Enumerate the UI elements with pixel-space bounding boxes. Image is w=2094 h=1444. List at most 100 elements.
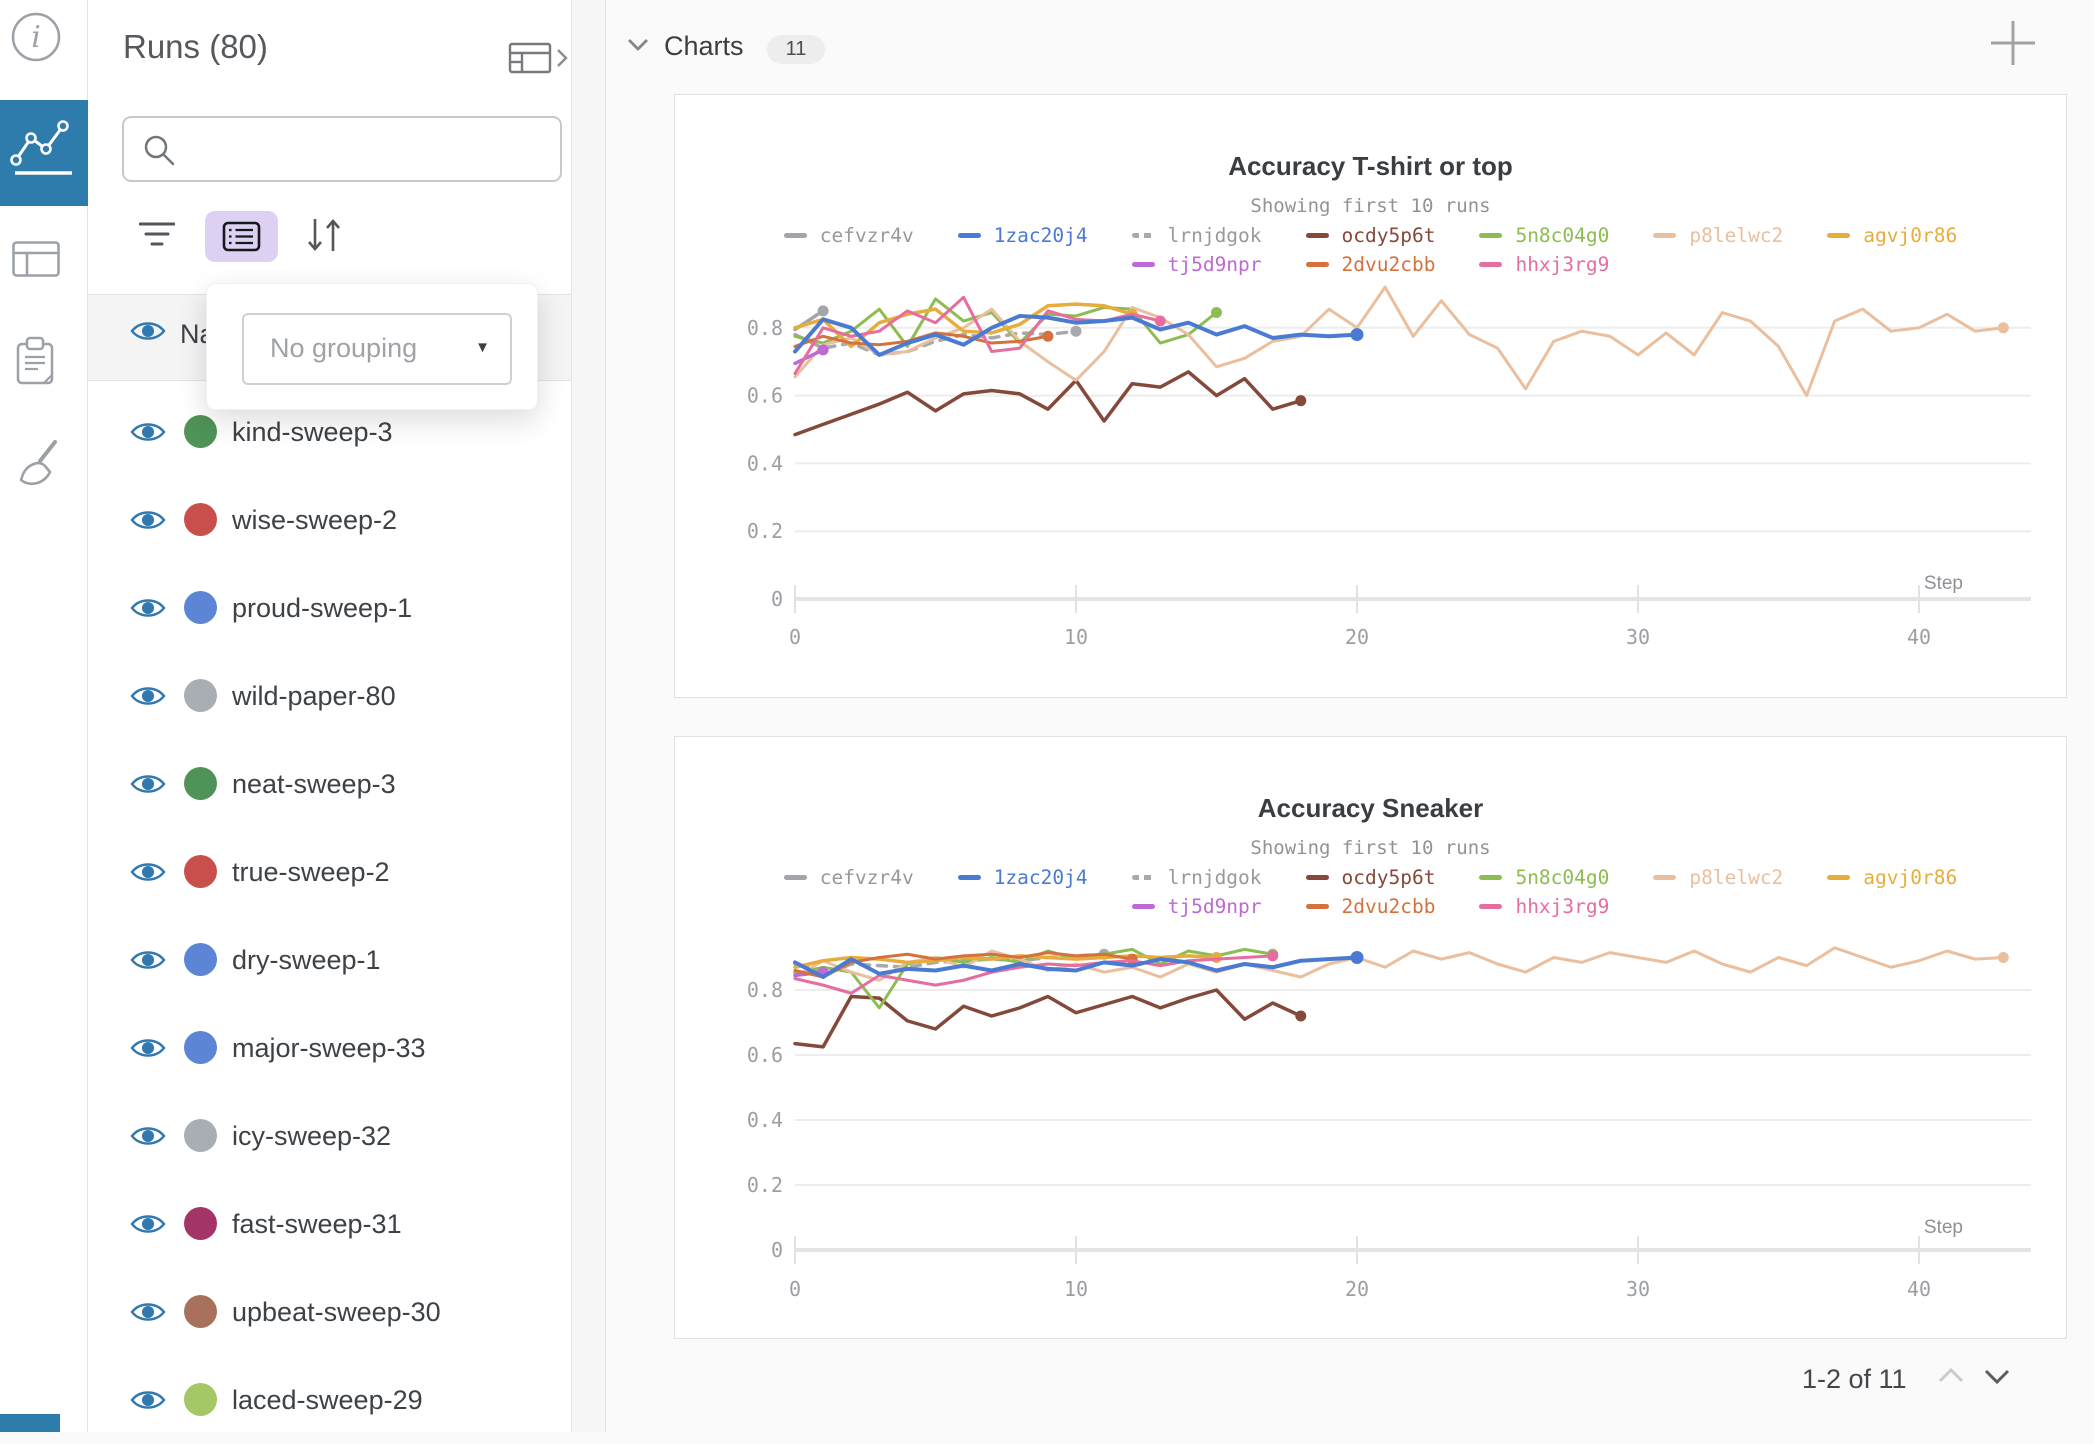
panel-scroll-gutter[interactable] (571, 0, 606, 1432)
series-end-dot (1998, 952, 2009, 963)
charts-section-title[interactable]: Charts (664, 31, 744, 62)
legend-item[interactable]: hhxj3rg9 (1479, 253, 1609, 276)
series-end-dot (818, 967, 829, 978)
visibility-eye-icon[interactable] (130, 858, 166, 891)
legend-item[interactable]: ocdy5p6t (1306, 224, 1436, 247)
series-end-dot (1042, 331, 1053, 342)
series-end-dot (1127, 954, 1138, 965)
visibility-eye-icon[interactable] (130, 1386, 166, 1419)
legend-label: tj5d9npr (1168, 895, 1262, 918)
run-row[interactable]: laced-sweep-29 (88, 1356, 571, 1444)
legend-item[interactable]: cefvzr4v (784, 224, 914, 247)
series-end-dot (1351, 951, 1364, 964)
expand-table-button[interactable] (508, 42, 570, 76)
run-row[interactable]: wild-paper-80 (88, 652, 571, 740)
nav-charts-active-tile[interactable] (0, 100, 88, 206)
page-up-chevron-icon[interactable] (1936, 1366, 1968, 1386)
run-row[interactable]: wise-sweep-2 (88, 476, 571, 564)
run-row[interactable]: upbeat-sweep-30 (88, 1268, 571, 1356)
run-name[interactable]: dry-sweep-1 (232, 945, 381, 976)
legend-item[interactable]: 1zac20j4 (958, 224, 1088, 247)
run-row[interactable]: dry-sweep-1 (88, 916, 571, 1004)
legend-item[interactable]: lrnjdgok (1132, 224, 1262, 247)
series-end-dot (1295, 1011, 1306, 1022)
visibility-eye-icon[interactable] (130, 682, 166, 715)
sort-icon[interactable] (305, 216, 345, 254)
nav-bottom-active-strip[interactable] (0, 1414, 60, 1432)
chart-panel-accuracy-sneaker[interactable]: Accuracy Sneaker Showing first 10 runs c… (674, 736, 2067, 1339)
legend-item[interactable]: ocdy5p6t (1306, 866, 1436, 889)
legend-item[interactable]: tj5d9npr (1132, 895, 1262, 918)
run-color-dot (184, 1383, 217, 1416)
legend-item[interactable]: 2dvu2cbb (1306, 253, 1436, 276)
visibility-eye-icon[interactable] (130, 1034, 166, 1067)
legend-item[interactable]: tj5d9npr (1132, 253, 1262, 276)
svg-text:10: 10 (1064, 625, 1088, 649)
visibility-eye-icon[interactable] (130, 1298, 166, 1331)
series-end-dot (1127, 309, 1138, 320)
legend-swatch-icon (1132, 904, 1155, 909)
run-name[interactable]: proud-sweep-1 (232, 593, 412, 624)
run-name[interactable]: wise-sweep-2 (232, 505, 397, 536)
visibility-eye-icon[interactable] (130, 317, 166, 350)
legend-swatch-icon (1827, 875, 1850, 880)
filter-icon[interactable] (139, 221, 175, 247)
legend-item[interactable]: cefvzr4v (784, 866, 914, 889)
series-line-1zac20j4 (795, 316, 1357, 355)
run-name[interactable]: upbeat-sweep-30 (232, 1297, 441, 1328)
legend-swatch-icon (1132, 262, 1155, 267)
svg-text:40: 40 (1907, 1277, 1931, 1301)
legend-item[interactable]: agvj0r86 (1827, 866, 1957, 889)
legend-item[interactable]: 2dvu2cbb (1306, 895, 1436, 918)
legend-item[interactable]: 1zac20j4 (958, 866, 1088, 889)
chart-panel-accuracy-tshirt[interactable]: Accuracy T-shirt or top Showing first 10… (674, 94, 2067, 698)
broom-icon[interactable] (13, 436, 63, 494)
legend-item[interactable]: p8lelwc2 (1653, 224, 1783, 247)
chevron-down-icon[interactable] (627, 36, 651, 54)
search-icon (142, 133, 178, 169)
page-down-chevron-icon[interactable] (1982, 1366, 2014, 1386)
legend-item[interactable]: lrnjdgok (1132, 866, 1262, 889)
visibility-eye-icon[interactable] (130, 1210, 166, 1243)
run-row[interactable]: fast-sweep-31 (88, 1180, 571, 1268)
info-icon[interactable]: i (0, 0, 72, 74)
run-row[interactable]: neat-sweep-3 (88, 740, 571, 828)
visibility-eye-icon[interactable] (130, 594, 166, 627)
chart-legend: cefvzr4v 1zac20j4 lrnjdgok ocdy5p6t 5n8c04g0… (675, 224, 2066, 282)
add-panel-plus-icon[interactable] (1986, 16, 2040, 70)
legend-item[interactable]: hhxj3rg9 (1479, 895, 1609, 918)
run-row[interactable]: icy-sweep-32 (88, 1092, 571, 1180)
legend-item[interactable]: 5n8c04g0 (1479, 224, 1609, 247)
run-name[interactable]: major-sweep-33 (232, 1033, 426, 1064)
visibility-eye-icon[interactable] (130, 1122, 166, 1155)
grouping-select[interactable]: No grouping ▼ (242, 313, 512, 385)
run-name[interactable]: neat-sweep-3 (232, 769, 396, 800)
run-name[interactable]: laced-sweep-29 (232, 1385, 423, 1416)
legend-item[interactable]: p8lelwc2 (1653, 866, 1783, 889)
run-name[interactable]: icy-sweep-32 (232, 1121, 391, 1152)
legend-item[interactable]: 5n8c04g0 (1479, 866, 1609, 889)
visibility-eye-icon[interactable] (130, 506, 166, 539)
series-line-hhxj3rg9 (795, 297, 1160, 373)
run-name[interactable]: wild-paper-80 (232, 681, 396, 712)
clipboard-icon[interactable] (16, 336, 58, 386)
visibility-eye-icon[interactable] (130, 418, 166, 451)
legend-label: agvj0r86 (1863, 224, 1957, 247)
run-name[interactable]: kind-sweep-3 (232, 417, 393, 448)
legend-item[interactable]: agvj0r86 (1827, 224, 1957, 247)
chart-title: Accuracy T-shirt or top (675, 151, 2066, 182)
table-icon[interactable] (12, 241, 62, 279)
run-row[interactable]: major-sweep-33 (88, 1004, 571, 1092)
run-name[interactable]: true-sweep-2 (232, 857, 390, 888)
visibility-eye-icon[interactable] (130, 946, 166, 979)
group-list-button[interactable] (205, 211, 278, 262)
svg-text:0.8: 0.8 (747, 978, 783, 1002)
run-row[interactable]: proud-sweep-1 (88, 564, 571, 652)
run-color-dot (184, 943, 217, 976)
chart-plot: 00.20.40.60.8010203040Step (675, 737, 2068, 1340)
run-row[interactable]: true-sweep-2 (88, 828, 571, 916)
run-name[interactable]: fast-sweep-31 (232, 1209, 402, 1240)
visibility-eye-icon[interactable] (130, 770, 166, 803)
run-search-box[interactable] (122, 116, 562, 182)
run-search-input[interactable] (184, 122, 544, 176)
